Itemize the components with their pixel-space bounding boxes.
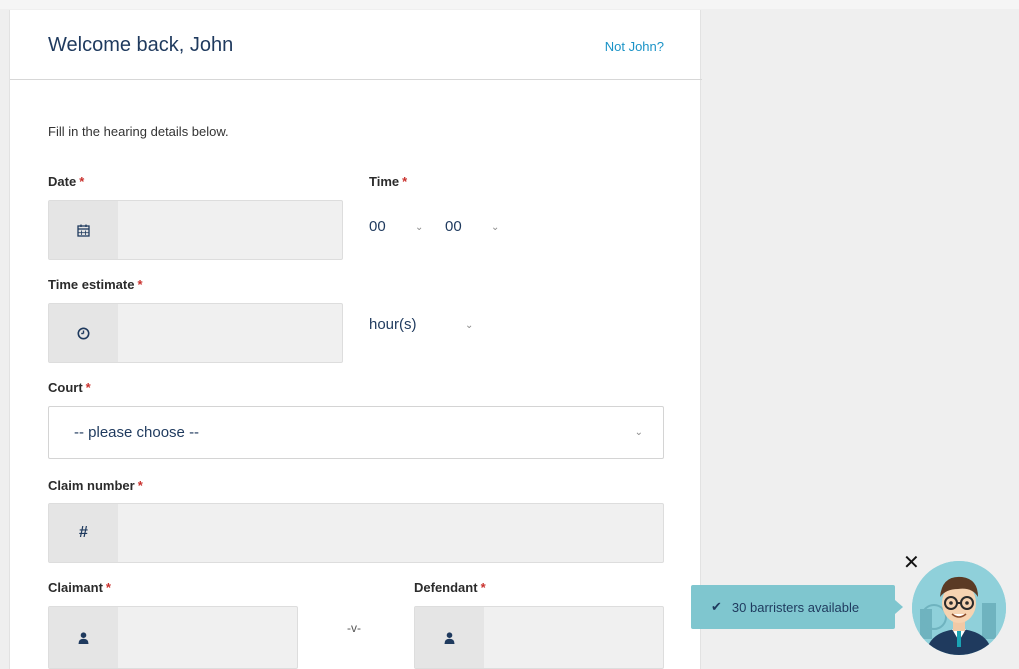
hearing-form-card: Welcome back, John Not John? Fill in the…: [9, 10, 702, 669]
time-minutes-select[interactable]: 00 ⌄: [445, 216, 515, 240]
close-icon[interactable]: ✕: [903, 550, 920, 575]
defendant-label: Defendant *: [414, 580, 486, 595]
court-select[interactable]: -- please choose -- ⌄: [48, 406, 664, 459]
date-label-text: Date: [48, 174, 77, 189]
welcome-title: Welcome back, John: [48, 34, 234, 56]
claim-number-input[interactable]: [118, 504, 663, 562]
assistant-avatar[interactable]: [912, 561, 1006, 655]
hash-icon-glyph: #: [79, 524, 88, 541]
defendant-input[interactable]: [484, 607, 663, 668]
defendant-input-group: [414, 606, 664, 669]
time-unit-value: hour(s): [369, 316, 417, 333]
claim-number-label-text: Claim number: [48, 478, 135, 493]
time-unit-select[interactable]: hour(s) ⌄: [369, 314, 479, 338]
required-marker: *: [137, 478, 143, 493]
time-estimate-label: Time estimate *: [48, 277, 143, 292]
versus-text: -v-: [347, 621, 361, 635]
time-hours-value: 00: [369, 218, 386, 235]
toast-text: 30 barristers available: [731, 599, 860, 615]
claimant-label: Claimant *: [48, 580, 111, 595]
barristers-available-toast[interactable]: ✔ 30 barristers available: [691, 585, 903, 629]
chevron-down-icon: ⌄: [634, 427, 643, 438]
check-icon: ✔: [711, 599, 722, 614]
court-label: Court *: [48, 380, 91, 395]
claimant-input[interactable]: [118, 607, 297, 668]
claim-number-input-group: #: [48, 503, 664, 563]
required-marker: *: [402, 174, 408, 189]
chevron-down-icon: ⌄: [415, 222, 424, 233]
claimant-input-group: [48, 606, 298, 669]
court-label-text: Court: [48, 380, 83, 395]
time-estimate-label-text: Time estimate: [48, 277, 135, 292]
time-minutes-value: 00: [445, 218, 462, 235]
time-estimate-input[interactable]: [118, 304, 342, 362]
required-marker: *: [137, 277, 143, 292]
date-input[interactable]: [118, 201, 342, 259]
required-marker: *: [85, 380, 91, 395]
date-input-group: [48, 200, 343, 260]
time-estimate-input-group: [48, 303, 343, 363]
card-header: Welcome back, John Not John?: [10, 10, 702, 80]
court-selected-value: -- please choose --: [74, 424, 200, 441]
user-icon: [415, 607, 484, 668]
required-marker: *: [105, 580, 111, 595]
time-label-text: Time: [369, 174, 400, 189]
claim-number-label: Claim number *: [48, 478, 143, 493]
clock-icon: [49, 304, 118, 362]
date-label: Date *: [48, 174, 84, 189]
chevron-down-icon: ⌄: [491, 222, 500, 233]
required-marker: *: [79, 174, 85, 189]
time-label: Time *: [369, 174, 407, 189]
chevron-down-icon: ⌄: [465, 320, 474, 331]
required-marker: *: [480, 580, 486, 595]
hash-icon: #: [49, 504, 118, 562]
top-strip: [0, 0, 1019, 9]
form-intro-text: Fill in the hearing details below.: [48, 124, 229, 139]
defendant-label-text: Defendant: [414, 580, 478, 595]
calendar-icon: [49, 201, 118, 259]
time-hours-select[interactable]: 00 ⌄: [369, 216, 439, 240]
user-icon: [49, 607, 118, 668]
not-user-link[interactable]: Not John?: [605, 39, 664, 54]
claimant-label-text: Claimant: [48, 580, 103, 595]
